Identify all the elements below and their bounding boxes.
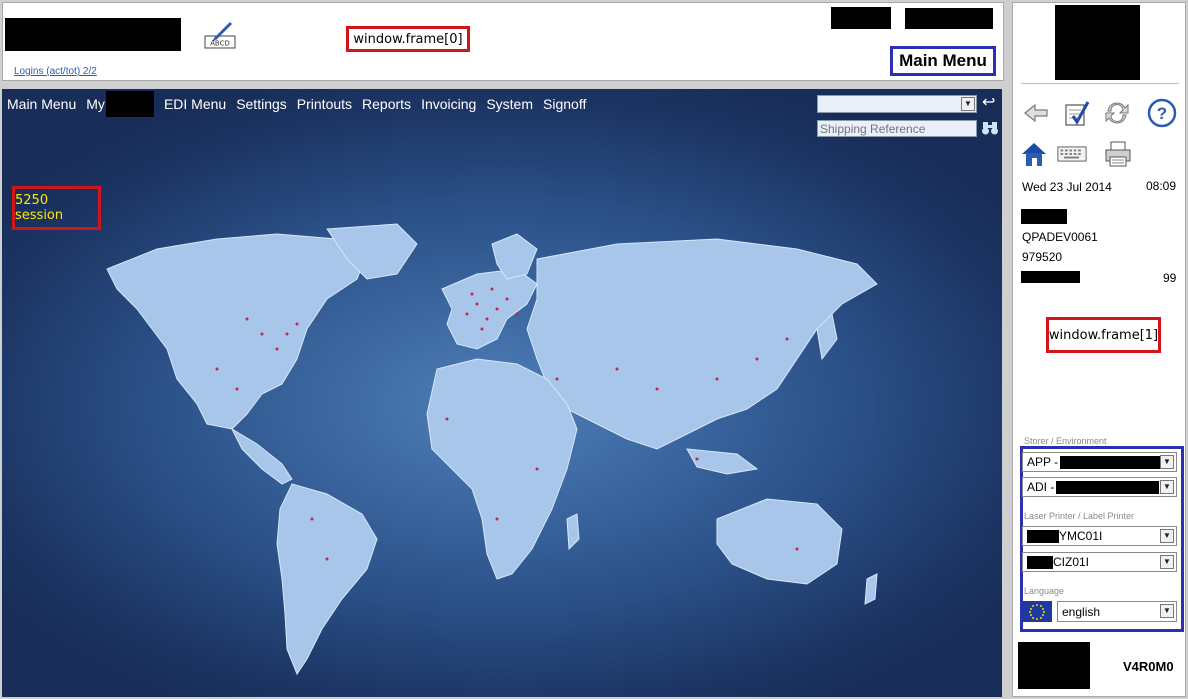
version-label: V4R0M0 [1123,659,1174,674]
current-time: 08:09 [1146,179,1177,193]
language-select[interactable]: english ▼ [1057,601,1177,622]
job-number: 979520 [1022,250,1063,264]
redacted-storer [1060,455,1161,469]
storer-select[interactable]: APP - ▼ [1022,452,1177,472]
menu-my[interactable]: My [86,91,154,117]
chevron-down-icon[interactable]: ▼ [1160,455,1174,469]
chevron-down-icon[interactable]: ▼ [1160,480,1174,494]
printer-label: Laser Printer / Label Printer [1024,511,1135,521]
menu-my-label: My [86,96,105,112]
app-window: ABCD Logins (act/tot) 2/2 window.frame[0… [0,0,1188,699]
eu-flag-icon [1022,601,1052,622]
session-annotation: 5250 session [12,186,101,230]
menu-bar: Main Menu My EDI Menu Settings Printouts… [2,89,596,119]
storer-value: APP - [1027,455,1059,469]
chevron-down-icon[interactable]: ▼ [961,97,975,111]
world-map-image [106,223,878,676]
device-name: QPADEV0061 [1022,230,1098,244]
main-menu-annotation: Main Menu [890,46,996,76]
logins-link[interactable]: Logins (act/tot) 2/2 [14,66,97,77]
quick-select[interactable]: ▼ [817,95,977,113]
laser-printer-select[interactable]: YMC01I ▼ [1022,526,1177,546]
chevron-down-icon[interactable]: ▼ [1160,604,1174,618]
binoculars-icon[interactable] [981,120,999,136]
redacted-company [905,8,993,29]
top-header-frame: ABCD Logins (act/tot) 2/2 window.frame[0… [2,2,1004,81]
refresh-icon[interactable] [1102,98,1132,128]
redacted-user-id [1021,209,1067,224]
label-printer-value: CIZ01I [1053,555,1090,569]
environment-select[interactable]: ADI - ▼ [1022,477,1177,497]
frame1-annotation: window.frame[1] [1046,317,1161,353]
home-icon[interactable] [1019,139,1049,169]
menu-main-menu[interactable]: Main Menu [7,96,76,112]
language-label: Language [1024,586,1065,596]
storer-label: Storer / Environment [1024,436,1107,446]
signature-pen-icon[interactable]: ABCD [203,20,237,50]
redacted-environment [1056,480,1160,494]
count-value: 99 [1163,271,1177,285]
printer-icon[interactable] [1103,139,1133,169]
redacted-logo [5,18,181,51]
chevron-down-icon[interactable]: ▼ [1160,555,1174,569]
current-date: Wed 23 Jul 2014 [1022,180,1112,194]
environment-value: ADI - [1027,480,1055,494]
checklist-icon[interactable] [1061,98,1091,128]
laser-printer-value: YMC01I [1059,529,1103,543]
menu-invoicing[interactable]: Invoicing [421,96,476,112]
back-arrow-icon[interactable]: ↩ [982,92,995,112]
main-frame: Main Menu My EDI Menu Settings Printouts… [2,89,1002,697]
redacted-field [1021,271,1080,283]
divider [1021,83,1179,84]
redacted-badge [1018,642,1090,689]
right-side-frame: ? Wed 23 Jul 2014 08:09 QPADEV0061 97952… [1012,2,1186,697]
label-printer-select[interactable]: CIZ01I ▼ [1022,552,1177,572]
chevron-down-icon[interactable]: ▼ [1160,529,1174,543]
menu-edi[interactable]: EDI Menu [164,96,226,112]
redacted-label-prefix [1027,555,1053,569]
menu-system[interactable]: System [486,96,533,112]
menu-settings[interactable]: Settings [236,96,287,112]
redacted-menu-name [105,91,154,117]
svg-text:?: ? [1157,104,1167,123]
shipping-reference-input[interactable] [817,120,977,137]
menu-signoff[interactable]: Signoff [543,96,586,112]
language-value: english [1062,604,1101,619]
menu-printouts[interactable]: Printouts [297,96,352,112]
frame0-annotation: window.frame[0] [346,26,470,52]
redacted-user [831,7,891,29]
menu-reports[interactable]: Reports [362,96,411,112]
redacted-logo-right [1055,5,1140,80]
back-arrow-icon[interactable] [1021,98,1051,128]
redacted-laser-prefix [1027,529,1059,543]
keyboard-icon[interactable] [1057,139,1087,169]
help-icon[interactable]: ? [1147,98,1177,128]
